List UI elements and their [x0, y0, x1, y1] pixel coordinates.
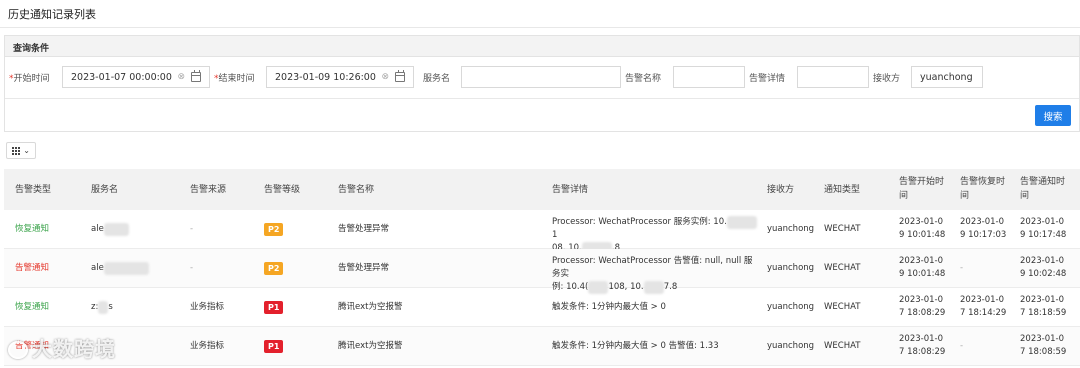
- alert-type: 恢复通知: [15, 224, 50, 234]
- recover-time: 2023-01-0 7 18:14:29: [960, 295, 1007, 318]
- chevron-down-icon: ⌄: [23, 146, 30, 155]
- alert-name-input[interactable]: [673, 66, 745, 88]
- col-header-notify-type[interactable]: 通知类型: [824, 183, 860, 197]
- alert-source: -: [190, 263, 194, 273]
- receiver: yuanchong: [767, 263, 815, 273]
- chat-bubble-icon: [8, 341, 28, 359]
- notify-time: 2023-01-0 7 18:08:59: [1020, 334, 1067, 357]
- alert-name: 告警处理异常: [338, 224, 390, 234]
- col-header-start-time[interactable]: 告警开始时间: [899, 175, 951, 203]
- receiver: yuanchong: [767, 224, 815, 234]
- notify-time: 2023-01-0 7 18:18:59: [1020, 295, 1067, 318]
- notify-type: WECHAT: [824, 224, 861, 234]
- level-badge: P2: [264, 223, 284, 237]
- alert-name: 告警处理异常: [338, 263, 390, 273]
- col-header-name[interactable]: 告警名称: [338, 183, 374, 197]
- notify-time: 2023-01-0 9 10:02:48: [1020, 256, 1067, 279]
- alert-detail: 触发条件: 1分钟内最大值 > 0 告警值: 1.33: [552, 341, 719, 351]
- alert-name-label: 告警名称: [625, 74, 662, 84]
- col-header-service[interactable]: 服务名: [91, 183, 118, 197]
- alert-source: 业务指标: [190, 341, 225, 351]
- start-time-label: *开始时间: [9, 74, 50, 84]
- table-header: 告警类型 服务名 告警来源 告警等级 告警名称 告警详情 接收方 通知类型 告警…: [4, 169, 1080, 210]
- start-time: 2023-01-0 7 18:08:29: [899, 334, 946, 357]
- start-time: 2023-01-0 9 10:01:48: [899, 217, 946, 240]
- service-name: alexxxxxxxxx: [91, 262, 150, 275]
- service-name: alexxxxx: [91, 223, 129, 236]
- query-panel: 查询条件 *开始时间 2023-01-07 00:00:00 ⊗ *结束时间 2…: [4, 35, 1080, 132]
- recover-time: -: [960, 341, 964, 351]
- table-row[interactable]: 恢复通知 alexxxxx - P2 告警处理异常 Processor: Wec…: [4, 210, 1080, 255]
- clear-icon[interactable]: ⊗: [381, 72, 389, 82]
- receiver-input[interactable]: yuanchong: [911, 66, 983, 88]
- query-row: *开始时间 2023-01-07 00:00:00 ⊗ *结束时间 2023-0…: [5, 66, 1079, 88]
- alert-name: 腾讯ext为空报警: [338, 302, 403, 312]
- start-time-input[interactable]: 2023-01-07 00:00:00 ⊗: [62, 66, 210, 88]
- end-time-label: *结束时间: [214, 74, 255, 84]
- notify-type: WECHAT: [824, 302, 861, 312]
- receiver-label: 接收方: [873, 74, 901, 84]
- start-time: 2023-01-0 7 18:08:29: [899, 295, 946, 318]
- alert-type: 恢复通知: [15, 302, 50, 312]
- alert-detail-label: 告警详情: [749, 74, 786, 84]
- divider: [0, 27, 1080, 28]
- recover-time: -: [960, 263, 964, 273]
- receiver: yuanchong: [767, 341, 815, 351]
- col-header-notify-time[interactable]: 告警通知时间: [1020, 175, 1072, 203]
- alert-type: 告警通知: [15, 263, 50, 273]
- col-header-level[interactable]: 告警等级: [264, 183, 300, 197]
- start-time: 2023-01-0 9 10:01:48: [899, 256, 946, 279]
- receiver: yuanchong: [767, 302, 815, 312]
- notify-type: WECHAT: [824, 341, 861, 351]
- divider: [5, 98, 1079, 99]
- level-badge: P1: [264, 301, 284, 315]
- level-badge: P1: [264, 340, 284, 354]
- watermark: 大数跨境: [8, 333, 116, 362]
- table-row[interactable]: 告警通知 alexxxxxxxxx - P2 告警处理异常 Processor:…: [4, 249, 1080, 294]
- table-row[interactable]: 告警通知 业务指标 P1 腾讯ext为空报警 触发条件: 1分钟内最大值 > 0…: [4, 327, 1080, 366]
- grid-icon: [12, 147, 21, 155]
- end-time-input[interactable]: 2023-01-09 10:26:00 ⊗: [266, 66, 414, 88]
- service-name-label: 服务名: [423, 74, 451, 84]
- col-header-recover-time[interactable]: 告警恢复时间: [960, 175, 1012, 203]
- alert-detail: 触发条件: 1分钟内最大值 > 0: [552, 302, 666, 312]
- column-settings-button[interactable]: ⌄: [6, 142, 36, 159]
- alert-source: 业务指标: [190, 302, 225, 312]
- calendar-icon[interactable]: [395, 70, 405, 82]
- notify-type: WECHAT: [824, 263, 861, 273]
- col-header-receiver[interactable]: 接收方: [767, 183, 794, 197]
- clear-icon[interactable]: ⊗: [177, 72, 185, 82]
- alert-source: -: [190, 224, 194, 234]
- col-header-detail[interactable]: 告警详情: [552, 183, 588, 197]
- alert-name: 腾讯ext为空报警: [338, 341, 403, 351]
- table-row[interactable]: 恢复通知 z:xxs 业务指标 P1 腾讯ext为空报警 触发条件: 1分钟内最…: [4, 288, 1080, 327]
- col-header-type[interactable]: 告警类型: [15, 183, 51, 197]
- recover-time: 2023-01-0 9 10:17:03: [960, 217, 1007, 240]
- col-header-source[interactable]: 告警来源: [190, 183, 226, 197]
- notify-time: 2023-01-0 9 10:17:48: [1020, 217, 1067, 240]
- calendar-icon[interactable]: [191, 70, 201, 82]
- service-name: z:xxs: [91, 301, 113, 314]
- search-button[interactable]: 搜索: [1035, 105, 1071, 126]
- service-name-input[interactable]: [461, 66, 621, 88]
- query-panel-header: 查询条件: [5, 36, 1079, 57]
- page-title: 历史通知记录列表: [8, 8, 96, 21]
- level-badge: P2: [264, 262, 284, 276]
- alert-detail-input[interactable]: [797, 66, 869, 88]
